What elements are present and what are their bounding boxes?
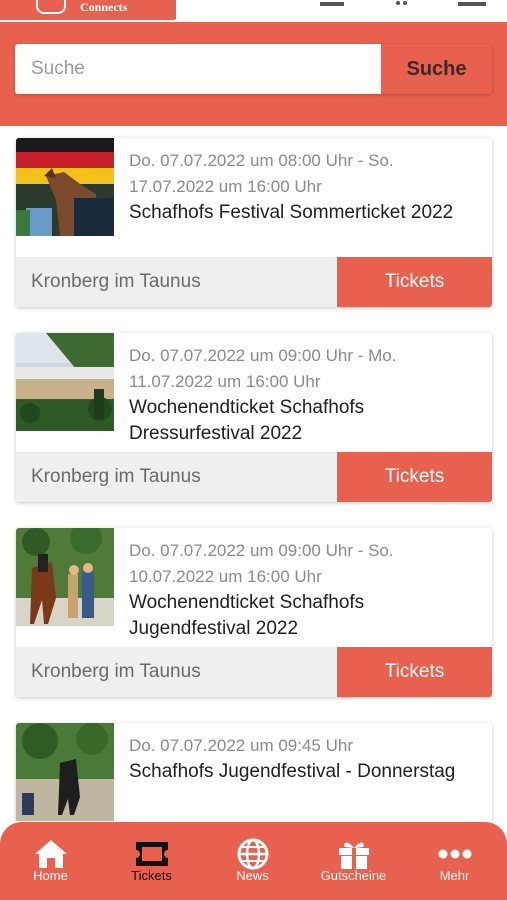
crest-icon xyxy=(36,0,66,14)
event-date: Do. 07.07.2022 um 09:00 Uhr - Mo. 11.07.… xyxy=(129,346,397,391)
nav-label: Gutscheine xyxy=(320,868,387,883)
search-bar: Suche Suche xyxy=(0,22,507,126)
event-card[interactable]: Do. 07.07.2022 um 09:00 Uhr - So. 10.07.… xyxy=(16,528,492,697)
nav-label: Tickets xyxy=(131,868,172,883)
event-location: Kronberg im Taunus xyxy=(31,466,201,487)
event-title[interactable]: Schafhofs Jugendfestival - Donnerstag xyxy=(129,759,479,785)
bottom-navigation: Home Tickets News Gutscheine Mehr xyxy=(0,822,507,900)
event-date: Do. 07.07.2022 um 09:45 Uhr xyxy=(129,736,353,755)
nav-label: Mehr xyxy=(439,868,470,883)
event-card[interactable]: Do. 07.07.2022 um 08:00 Uhr - So. 17.07.… xyxy=(16,138,492,307)
top-bar: Connects xyxy=(0,0,507,22)
tickets-button[interactable]: Tickets xyxy=(337,257,492,307)
nav-mehr[interactable]: Mehr xyxy=(404,822,505,900)
search-input[interactable]: Suche xyxy=(15,44,381,94)
more-dots-icon xyxy=(437,838,473,870)
event-location: Kronberg im Taunus xyxy=(31,271,201,292)
logo-text: Connects xyxy=(80,0,128,14)
cart-icon-partial[interactable] xyxy=(394,0,410,6)
tickets-button[interactable]: Tickets xyxy=(337,647,492,697)
event-card[interactable]: Do. 07.07.2022 um 09:00 Uhr - Mo. 11.07.… xyxy=(16,333,492,502)
nav-label: Home xyxy=(33,868,68,883)
home-icon xyxy=(33,838,69,870)
event-title[interactable]: Wochenendticket Schafhofs Dressurfestiva… xyxy=(129,395,479,447)
menu-icon-partial[interactable] xyxy=(320,0,344,6)
event-footer: Kronberg im Taunus Tickets xyxy=(16,647,492,697)
event-image xyxy=(16,138,114,236)
event-image xyxy=(16,528,114,626)
event-location: Kronberg im Taunus xyxy=(31,661,201,682)
globe-icon xyxy=(235,838,271,870)
tickets-button[interactable]: Tickets xyxy=(337,452,492,502)
event-date: Do. 07.07.2022 um 08:00 Uhr - So. 17.07.… xyxy=(129,151,394,196)
event-footer: Kronberg im Taunus Tickets xyxy=(16,257,492,307)
ticket-icon xyxy=(134,838,170,870)
nav-label: News xyxy=(236,868,269,883)
event-image xyxy=(16,723,114,821)
event-title[interactable]: Schafhofs Festival Sommerticket 2022 xyxy=(129,200,479,226)
search-button[interactable]: Suche xyxy=(381,44,492,94)
app-logo[interactable]: Connects xyxy=(0,0,176,20)
nav-gutscheine[interactable]: Gutscheine xyxy=(303,822,404,900)
event-image xyxy=(16,333,114,431)
gift-icon xyxy=(336,838,372,870)
event-footer: Kronberg im Taunus Tickets xyxy=(16,452,492,502)
event-title[interactable]: Wochenendticket Schafhofs Jugendfestival… xyxy=(129,590,479,642)
nav-home[interactable]: Home xyxy=(0,822,101,900)
event-date: Do. 07.07.2022 um 09:00 Uhr - So. 10.07.… xyxy=(129,541,394,586)
hamburger-icon-partial[interactable] xyxy=(458,0,486,6)
nav-news[interactable]: News xyxy=(202,822,303,900)
nav-tickets[interactable]: Tickets xyxy=(101,822,202,900)
